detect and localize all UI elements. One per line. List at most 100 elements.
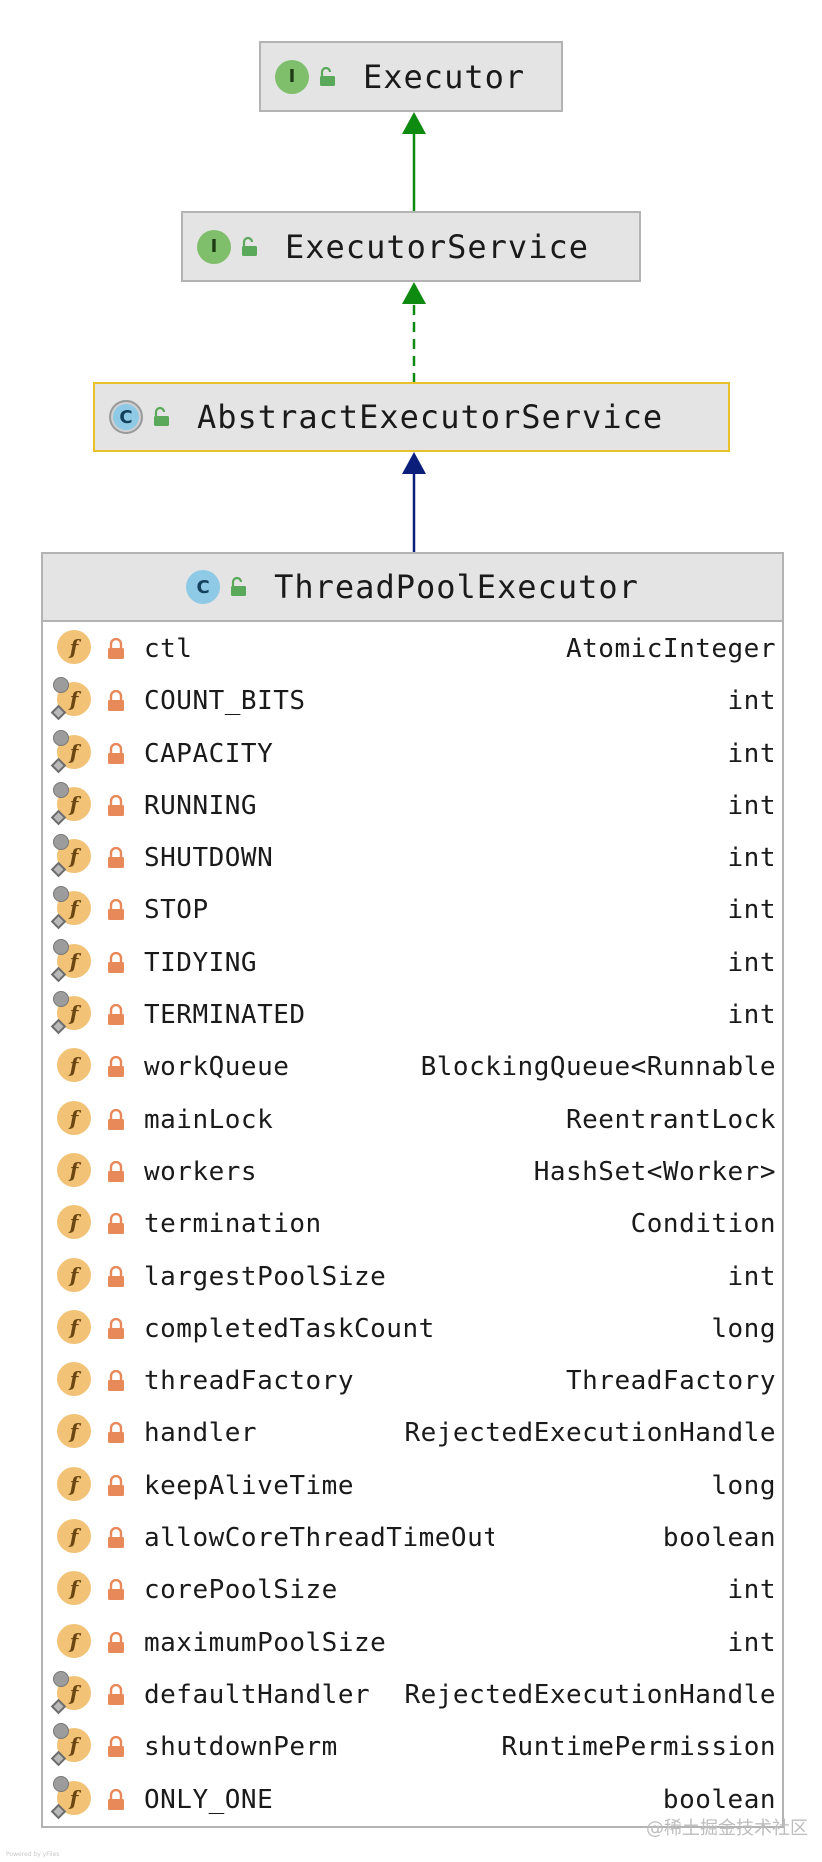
field-row[interactable]: f TERMINATED int [43,988,782,1040]
class-header[interactable]: C ThreadPoolExecutor [43,554,782,622]
interface-icon: I [197,229,231,264]
watermark: @稀土掘金技术社区 [646,1818,808,1839]
field-row[interactable]: f keepAliveTime long [43,1459,782,1511]
node-executor-service[interactable]: I ExecutorService [181,211,641,282]
field-type: boolean [662,1784,776,1815]
field-name: SHUTDOWN [144,843,274,874]
field-row[interactable]: f termination Condition [43,1197,782,1249]
public-unlock-icon [231,576,247,596]
node-executor[interactable]: I Executor [259,41,563,112]
field-type: int [727,1261,776,1292]
arrowhead-executor [402,112,426,134]
field-row[interactable]: f SHUTDOWN int [43,831,782,883]
footnote: Powered by yFiles [6,1851,60,1858]
field-icon: f [57,1100,91,1135]
field-row[interactable]: f largestPoolSize int [43,1250,782,1302]
field-row[interactable]: f shutdownPerm RuntimePermission [43,1720,782,1772]
abstract-class-icon: C [109,400,143,434]
private-lock-icon [108,1474,124,1496]
field-icon: f [57,1362,91,1397]
private-lock-icon [108,1265,124,1287]
field-row[interactable]: f STOP int [43,883,782,935]
field-type: Condition [630,1209,776,1240]
field-type: ThreadFactory [566,1366,776,1397]
field-row[interactable]: f threadFactory ThreadFactory [43,1354,782,1406]
static-marker-icon [53,729,69,746]
field-name: shutdownPerm [144,1732,338,1763]
field-row[interactable]: f workers HashSet<Worker> [43,1145,782,1197]
private-lock-icon [108,1631,124,1653]
field-type: int [727,843,776,874]
field-type: long [711,1470,776,1501]
field-icon: f [57,1623,91,1658]
field-type: int [727,895,776,926]
field-type: int [727,1000,776,1031]
field-icon: f [57,1466,91,1501]
field-icon: f [57,1152,91,1187]
field-name: TIDYING [144,947,258,978]
field-row[interactable]: f RUNNING int [43,779,782,831]
field-name: ONLY_ONE [144,1784,274,1815]
field-type: RejectedExecutionHandle [404,1679,776,1710]
private-lock-icon [108,1579,124,1601]
field-icon: f [57,630,91,664]
field-row[interactable]: f COUNT_BITS int [43,674,782,726]
private-lock-icon [108,1317,124,1339]
field-row[interactable]: f TIDYING int [43,936,782,988]
field-row[interactable]: f corePoolSize int [43,1563,782,1615]
node-title: AbstractExecutorService [197,398,664,436]
field-type: int [727,947,776,978]
private-lock-icon [108,1736,124,1758]
field-row[interactable]: f defaultHandler RejectedExecutionHandle [43,1668,782,1720]
static-marker-icon [53,1775,69,1792]
private-lock-icon [108,1108,124,1130]
private-lock-icon [108,899,124,921]
public-unlock-icon [154,406,169,426]
private-lock-icon [108,742,124,764]
node-abstract-executor-service[interactable]: C AbstractExecutorService [93,382,730,452]
private-lock-icon [108,1788,124,1810]
field-icon: f [57,1309,91,1344]
field-type: RuntimePermission [501,1732,776,1763]
field-icon: f [57,1205,91,1240]
node-title: Executor [363,57,526,96]
arrowhead-executorservice [402,282,426,304]
field-icon: f [57,1571,91,1606]
field-type: RejectedExecutionHandle [404,1418,776,1449]
interface-icon: I [275,59,309,94]
field-type: BlockingQueue<Runnable [420,1052,776,1083]
field-type: int [727,1575,776,1606]
field-name: termination [144,1209,322,1240]
field-name: maximumPoolSize [144,1627,387,1658]
field-name: RUNNING [144,790,258,821]
node-thread-pool-executor[interactable]: C ThreadPoolExecutor f ctl AtomicInteger f C… [41,552,784,1828]
field-row[interactable]: f CAPACITY int [43,727,782,779]
arrowhead-abstract [402,452,426,474]
field-type: int [727,686,776,717]
private-lock-icon [108,1422,124,1444]
field-row[interactable]: f mainLock ReentrantLock [43,1093,782,1145]
field-name: TERMINATED [144,1000,306,1031]
field-name: keepAliveTime [144,1470,354,1501]
field-row[interactable]: f completedTaskCount long [43,1302,782,1354]
field-row[interactable]: f allowCoreThreadTimeOut boolean [43,1511,782,1563]
static-marker-icon [53,938,69,955]
field-row[interactable]: f ctl AtomicInteger [43,622,782,674]
field-type: ReentrantLock [566,1104,776,1135]
field-name: largestPoolSize [144,1261,387,1292]
field-name: CAPACITY [144,738,274,769]
field-icon: f [57,1048,91,1083]
field-type: long [711,1313,776,1344]
field-name: ctl [144,634,193,664]
private-lock-icon [108,1683,124,1705]
field-row[interactable]: f handler RejectedExecutionHandle [43,1406,782,1458]
private-lock-icon [108,1056,124,1078]
node-title: ExecutorService [285,227,589,266]
node-title: ThreadPoolExecutor [274,568,639,606]
private-lock-icon [108,951,124,973]
private-lock-icon [108,690,124,712]
public-unlock-icon [242,236,257,256]
field-icon: f [57,1257,91,1292]
field-row[interactable]: f maximumPoolSize int [43,1616,782,1668]
field-row[interactable]: f workQueue BlockingQueue<Runnable [43,1040,782,1092]
